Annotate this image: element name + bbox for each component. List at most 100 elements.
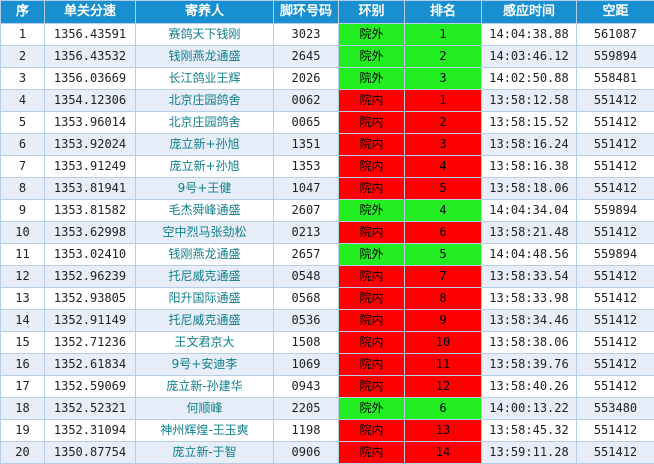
cell-speed: 1353.81582 <box>45 200 136 222</box>
cell-time: 13:58:33.98 <box>482 288 577 310</box>
cell-distance: 553480 <box>577 398 654 420</box>
cell-speed: 1352.52321 <box>45 398 136 420</box>
cell-distance: 561087 <box>577 24 654 46</box>
cell-distance: 559894 <box>577 46 654 68</box>
col-header-speed: 单关分速 <box>45 1 136 24</box>
table-row: 41354.12306北京庄园鸽舍0062院内113:58:12.5855141… <box>1 90 654 112</box>
cell-ring-type: 院内 <box>339 178 405 200</box>
cell-ring-type: 院内 <box>339 90 405 112</box>
cell-rank: 2 <box>405 46 482 68</box>
cell-ring-number: 2205 <box>274 398 339 420</box>
cell-index: 4 <box>1 90 45 112</box>
cell-speed: 1353.02410 <box>45 244 136 266</box>
cell-distance: 551412 <box>577 420 654 442</box>
cell-distance: 551412 <box>577 112 654 134</box>
cell-owner: 长江鸽业王辉 <box>136 68 274 90</box>
cell-rank: 10 <box>405 332 482 354</box>
cell-ring-number: 2026 <box>274 68 339 90</box>
cell-ring-number: 0906 <box>274 442 339 464</box>
cell-owner: 庞立新+孙旭 <box>136 156 274 178</box>
results-table: 序 单关分速 寄养人 脚环号码 环别 排名 感应时间 空距 11356.4359… <box>0 0 654 464</box>
cell-index: 20 <box>1 442 45 464</box>
cell-ring-number: 1351 <box>274 134 339 156</box>
cell-distance: 551412 <box>577 288 654 310</box>
col-header-time: 感应时间 <box>482 1 577 24</box>
cell-time: 14:02:50.88 <box>482 68 577 90</box>
table-row: 191352.31094神州辉煌-王玉爽1198院内1313:58:45.325… <box>1 420 654 442</box>
cell-rank: 9 <box>405 310 482 332</box>
cell-rank: 8 <box>405 288 482 310</box>
cell-index: 15 <box>1 332 45 354</box>
cell-distance: 551412 <box>577 90 654 112</box>
col-header-rank: 排名 <box>405 1 482 24</box>
cell-speed: 1352.61834 <box>45 354 136 376</box>
cell-distance: 551412 <box>577 354 654 376</box>
cell-rank: 14 <box>405 442 482 464</box>
cell-speed: 1354.12306 <box>45 90 136 112</box>
cell-owner: 钱刚燕龙通盛 <box>136 244 274 266</box>
cell-ring-type: 院外 <box>339 68 405 90</box>
cell-speed: 1352.71236 <box>45 332 136 354</box>
table-row: 181352.52321何顺峰2205院外614:00:13.22553480 <box>1 398 654 420</box>
cell-time: 14:04:38.88 <box>482 24 577 46</box>
cell-rank: 2 <box>405 112 482 134</box>
cell-time: 14:04:48.56 <box>482 244 577 266</box>
cell-distance: 551412 <box>577 310 654 332</box>
cell-ring-type: 院内 <box>339 442 405 464</box>
cell-owner: 阳升国际通盛 <box>136 288 274 310</box>
cell-owner: 托尼威克通盛 <box>136 310 274 332</box>
cell-rank: 6 <box>405 398 482 420</box>
cell-index: 16 <box>1 354 45 376</box>
cell-ring-type: 院内 <box>339 288 405 310</box>
table-row: 31356.03669长江鸽业王辉2026院外314:02:50.8855848… <box>1 68 654 90</box>
cell-ring-number: 0548 <box>274 266 339 288</box>
cell-speed: 1356.43591 <box>45 24 136 46</box>
cell-time: 13:58:18.06 <box>482 178 577 200</box>
col-header-owner: 寄养人 <box>136 1 274 24</box>
cell-rank: 5 <box>405 244 482 266</box>
table-body: 11356.43591赛鸽天下钱刚3023院外114:04:38.8856108… <box>1 24 654 464</box>
cell-rank: 12 <box>405 376 482 398</box>
cell-distance: 551412 <box>577 134 654 156</box>
cell-index: 2 <box>1 46 45 68</box>
cell-distance: 551412 <box>577 222 654 244</box>
cell-ring-number: 0062 <box>274 90 339 112</box>
table-row: 11356.43591赛鸽天下钱刚3023院外114:04:38.8856108… <box>1 24 654 46</box>
cell-distance: 559894 <box>577 244 654 266</box>
cell-time: 13:58:16.38 <box>482 156 577 178</box>
cell-speed: 1350.87754 <box>45 442 136 464</box>
cell-index: 8 <box>1 178 45 200</box>
cell-speed: 1356.03669 <box>45 68 136 90</box>
cell-index: 13 <box>1 288 45 310</box>
cell-ring-number: 1198 <box>274 420 339 442</box>
cell-ring-number: 2645 <box>274 46 339 68</box>
table-row: 201350.87754庞立新-于智0906院内1413:59:11.28551… <box>1 442 654 464</box>
table-row: 111353.02410钱刚燕龙通盛2657院外514:04:48.565598… <box>1 244 654 266</box>
cell-speed: 1353.81941 <box>45 178 136 200</box>
cell-speed: 1352.31094 <box>45 420 136 442</box>
cell-index: 1 <box>1 24 45 46</box>
table-row: 141352.91149托尼威克通盛0536院内913:58:34.465514… <box>1 310 654 332</box>
cell-distance: 551412 <box>577 376 654 398</box>
table-row: 121352.96239托尼威克通盛0548院内713:58:33.545514… <box>1 266 654 288</box>
cell-speed: 1353.62998 <box>45 222 136 244</box>
cell-ring-type: 院内 <box>339 354 405 376</box>
cell-rank: 4 <box>405 200 482 222</box>
cell-ring-number: 2607 <box>274 200 339 222</box>
cell-index: 6 <box>1 134 45 156</box>
table-row: 171352.59069庞立新-孙建华0943院内1213:58:40.2655… <box>1 376 654 398</box>
cell-rank: 3 <box>405 134 482 156</box>
cell-owner: 神州辉煌-王玉爽 <box>136 420 274 442</box>
cell-owner: 毛杰舜峰通盛 <box>136 200 274 222</box>
cell-index: 7 <box>1 156 45 178</box>
cell-speed: 1353.96014 <box>45 112 136 134</box>
cell-owner: 庞立新-孙建华 <box>136 376 274 398</box>
cell-rank: 6 <box>405 222 482 244</box>
cell-time: 13:58:34.46 <box>482 310 577 332</box>
table-row: 21356.43532钱刚燕龙通盛2645院外214:03:46.1255989… <box>1 46 654 68</box>
cell-rank: 1 <box>405 90 482 112</box>
cell-rank: 4 <box>405 156 482 178</box>
cell-owner: 赛鸽天下钱刚 <box>136 24 274 46</box>
cell-ring-number: 1047 <box>274 178 339 200</box>
col-header-type: 环别 <box>339 1 405 24</box>
